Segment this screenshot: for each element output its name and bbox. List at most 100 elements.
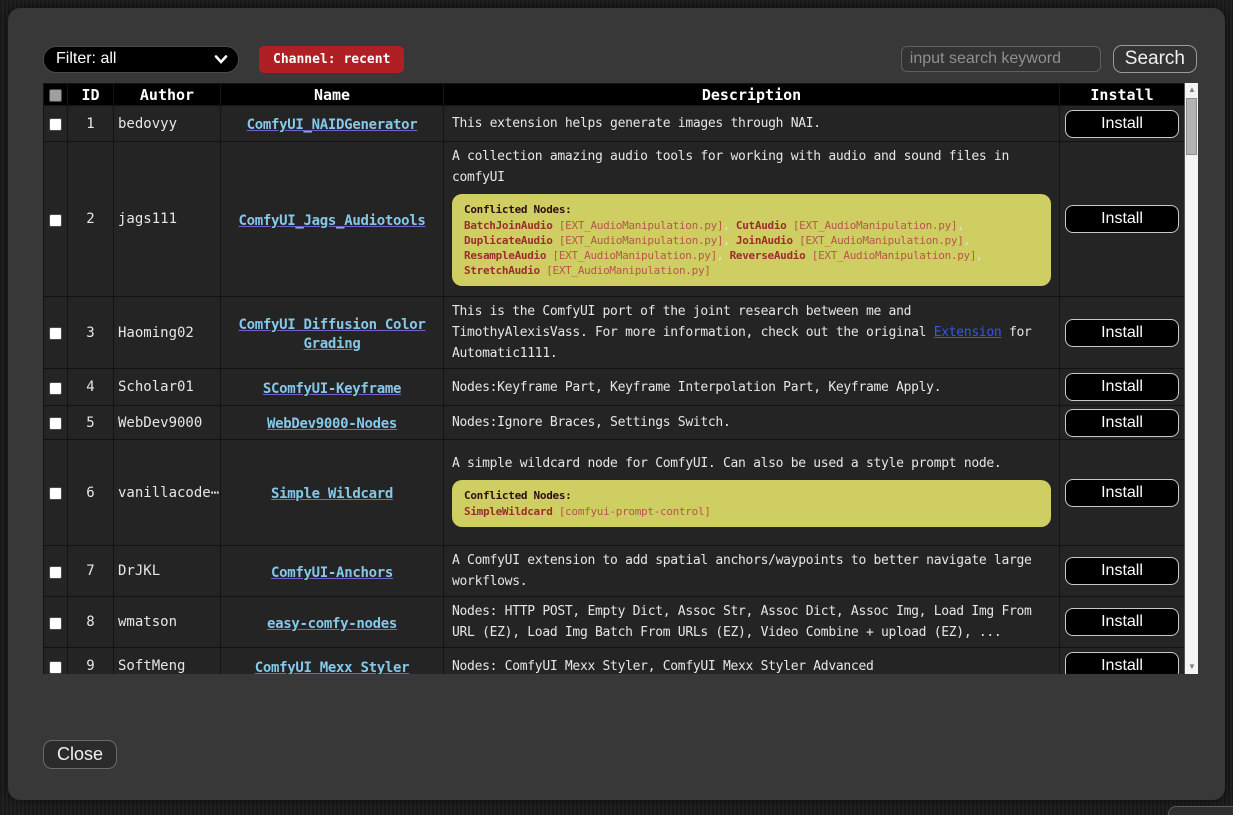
- row-checkbox[interactable]: [49, 566, 62, 579]
- column-header-description: Description: [444, 84, 1060, 106]
- background-button-peek: [1168, 806, 1233, 815]
- row-description-cell: Nodes: ComfyUI Mexx Styler, ComfyUI Mexx…: [444, 648, 1060, 675]
- extension-name-link[interactable]: WebDev9000-Nodes: [267, 416, 397, 432]
- conflict-node-source: [EXT_AudioManipulation.py]: [559, 219, 723, 232]
- install-button[interactable]: Install: [1065, 409, 1179, 437]
- table-body: 1bedovyyComfyUI_NAIDGeneratorThis extens…: [44, 106, 1185, 675]
- row-checkbox[interactable]: [49, 487, 62, 500]
- chevron-down-icon: [214, 55, 228, 64]
- extension-name-link[interactable]: ComfyUI_NAIDGenerator: [247, 117, 418, 133]
- row-author: vanillacode⋯: [114, 440, 221, 546]
- conflict-node-source: [EXT_AudioManipulation.py]: [812, 249, 976, 262]
- row-description-cell: Nodes: HTTP POST, Empty Dict, Assoc Str,…: [444, 597, 1060, 648]
- table-row: 2jags111ComfyUI_Jags_AudiotoolsA collect…: [44, 142, 1185, 297]
- row-checkbox-cell: [44, 369, 68, 406]
- conflict-node-name: CutAudio: [736, 219, 787, 232]
- table-row: 3Haoming02ComfyUI Diffusion Color Gradin…: [44, 297, 1185, 369]
- conflict-node-name: SimpleWildcard: [464, 505, 553, 518]
- row-description: Nodes:Ignore Braces, Settings Switch.: [452, 415, 731, 430]
- install-button[interactable]: Install: [1065, 205, 1179, 233]
- select-all-checkbox[interactable]: [49, 89, 62, 102]
- extension-name-link[interactable]: ComfyUI_Jags_Audiotools: [239, 213, 426, 229]
- row-description: A simple wildcard node for ComfyUI. Can …: [452, 456, 1001, 471]
- row-description-cell: A ComfyUI extension to add spatial ancho…: [444, 546, 1060, 597]
- row-name-cell: SComfyUI-Keyframe: [221, 369, 444, 406]
- search-button[interactable]: Search: [1113, 45, 1197, 73]
- row-install-cell: Install: [1060, 597, 1185, 648]
- row-author: WebDev9000: [114, 406, 221, 440]
- row-description-cell: This is the ComfyUI port of the joint re…: [444, 297, 1060, 369]
- row-id: 3: [68, 297, 114, 369]
- row-checkbox[interactable]: [49, 214, 62, 227]
- row-description-cell: This extension helps generate images thr…: [444, 106, 1060, 142]
- row-checkbox-cell: [44, 546, 68, 597]
- filter-select[interactable]: Filter: all: [43, 46, 239, 73]
- extension-name-link[interactable]: ComfyUI-Anchors: [271, 565, 393, 581]
- install-button[interactable]: Install: [1065, 319, 1179, 347]
- conflict-node-name: BatchJoinAudio: [464, 219, 553, 232]
- filter-select-label: Filter: all: [56, 50, 214, 68]
- scroll-down-arrow[interactable]: ▼: [1185, 660, 1198, 674]
- row-name-cell: ComfyUI Diffusion Color Grading: [221, 297, 444, 369]
- row-checkbox-cell: [44, 440, 68, 546]
- row-name-cell: ComfyUI-Anchors: [221, 546, 444, 597]
- row-name-cell: ComfyUI_Mexx_Styler: [221, 648, 444, 675]
- extension-name-link[interactable]: ComfyUI_Mexx_Styler: [255, 660, 409, 675]
- row-install-cell: Install: [1060, 406, 1185, 440]
- row-checkbox[interactable]: [49, 327, 62, 340]
- row-install-cell: Install: [1060, 369, 1185, 406]
- table-row: 1bedovyyComfyUI_NAIDGeneratorThis extens…: [44, 106, 1185, 142]
- row-checkbox[interactable]: [49, 382, 62, 395]
- close-button[interactable]: Close: [43, 740, 117, 769]
- conflict-node-source: [EXT_AudioManipulation.py]: [546, 264, 710, 277]
- extensions-table: IDAuthorNameDescriptionInstall 1bedovyyC…: [43, 83, 1185, 674]
- conflict-node-source: [EXT_AudioManipulation.py]: [553, 249, 717, 262]
- install-button[interactable]: Install: [1065, 373, 1179, 401]
- row-install-cell: Install: [1060, 142, 1185, 297]
- scroll-thumb[interactable]: [1186, 98, 1197, 155]
- install-button[interactable]: Install: [1065, 110, 1179, 138]
- install-button[interactable]: Install: [1065, 608, 1179, 636]
- row-description-cell: A simple wildcard node for ComfyUI. Can …: [444, 440, 1060, 546]
- row-description-cell: Nodes:Ignore Braces, Settings Switch.: [444, 406, 1060, 440]
- search-input[interactable]: [901, 46, 1101, 72]
- row-id: 4: [68, 369, 114, 406]
- table-scrollbar[interactable]: ▲ ▼: [1184, 83, 1198, 674]
- row-checkbox-cell: [44, 597, 68, 648]
- extension-name-link[interactable]: SComfyUI-Keyframe: [263, 381, 401, 397]
- install-button[interactable]: Install: [1065, 652, 1179, 674]
- table-row: 8wmatsoneasy-comfy-nodesNodes: HTTP POST…: [44, 597, 1185, 648]
- conflict-node-name: ResampleAudio: [464, 249, 546, 262]
- extension-name-link[interactable]: ComfyUI Diffusion Color Grading: [239, 317, 426, 352]
- channel-badge[interactable]: Channel: recent: [259, 46, 404, 73]
- row-checkbox[interactable]: [49, 661, 62, 674]
- conflict-node-name: ReverseAudio: [730, 249, 806, 262]
- install-button[interactable]: Install: [1065, 479, 1179, 507]
- row-description: Nodes: ComfyUI Mexx Styler, ComfyUI Mexx…: [452, 659, 874, 674]
- table-row: 5WebDev9000WebDev9000-NodesNodes:Ignore …: [44, 406, 1185, 440]
- row-description: A collection amazing audio tools for wor…: [452, 149, 1009, 185]
- row-checkbox[interactable]: [49, 118, 62, 131]
- table-row: 9SoftMengComfyUI_Mexx_StylerNodes: Comfy…: [44, 648, 1185, 675]
- conflict-warning: Conflicted Nodes:SimpleWildcard [comfyui…: [452, 480, 1051, 527]
- row-checkbox[interactable]: [49, 417, 62, 430]
- conflict-node-source: [EXT_AudioManipulation.py]: [559, 234, 723, 247]
- extension-name-link[interactable]: easy-comfy-nodes: [267, 616, 397, 632]
- install-button[interactable]: Install: [1065, 557, 1179, 585]
- conflict-node-list: BatchJoinAudio [EXT_AudioManipulation.py…: [464, 218, 1039, 278]
- conflict-node-name: DuplicateAudio: [464, 234, 553, 247]
- row-name-cell: easy-comfy-nodes: [221, 597, 444, 648]
- row-checkbox[interactable]: [49, 617, 62, 630]
- row-author: Scholar01: [114, 369, 221, 406]
- row-checkbox-cell: [44, 106, 68, 142]
- conflict-title: Conflicted Nodes:: [464, 488, 1039, 503]
- description-link[interactable]: Extension: [934, 325, 1002, 340]
- row-name-cell: ComfyUI_NAIDGenerator: [221, 106, 444, 142]
- extensions-table-container: IDAuthorNameDescriptionInstall 1bedovyyC…: [43, 83, 1198, 674]
- column-header-install: Install: [1060, 84, 1185, 106]
- row-description: Nodes: HTTP POST, Empty Dict, Assoc Str,…: [452, 604, 1032, 640]
- scroll-up-arrow[interactable]: ▲: [1185, 83, 1198, 97]
- row-checkbox-cell: [44, 297, 68, 369]
- extension-name-link[interactable]: Simple Wildcard: [271, 486, 393, 502]
- column-header-id: ID: [68, 84, 114, 106]
